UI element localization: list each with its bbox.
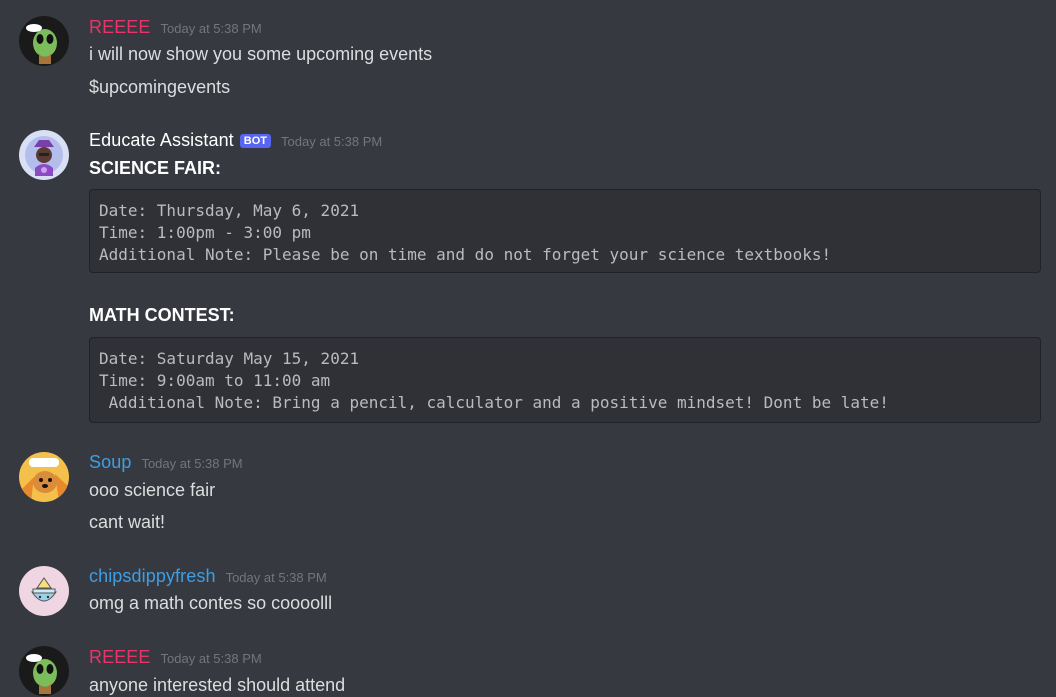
- timestamp: Today at 5:38 PM: [160, 21, 262, 36]
- alien-avatar[interactable]: [19, 646, 69, 696]
- username[interactable]: chipsdippyfresh: [89, 566, 216, 587]
- message-text: ooo science fair: [89, 480, 216, 500]
- alien-avatar[interactable]: [19, 16, 69, 66]
- bot-tag: BOT: [239, 134, 272, 148]
- timestamp: Today at 5:38 PM: [281, 134, 383, 149]
- code-block: Date: Saturday May 15, 2021 Time: 9:00am…: [89, 337, 1041, 423]
- chips-bowl-avatar[interactable]: [19, 566, 69, 616]
- message-text: i will now show you some upcoming events: [89, 44, 433, 64]
- timestamp: Today at 5:38 PM: [141, 456, 243, 471]
- username[interactable]: Educate Assistant: [89, 130, 234, 151]
- username[interactable]: REEEE: [89, 17, 151, 38]
- code-block: Date: Thursday, May 6, 2021 Time: 1:00pm…: [89, 189, 1041, 273]
- message-text: $upcomingevents: [89, 77, 231, 97]
- message-header: Soup Today at 5:38 PM: [89, 452, 243, 473]
- chat-messages: REEEE Today at 5:38 PM i will now show y…: [0, 0, 1056, 697]
- dog-avatar[interactable]: [19, 452, 69, 502]
- username[interactable]: REEEE: [89, 647, 151, 668]
- message-header: Educate Assistant BOT Today at 5:38 PM: [89, 130, 382, 151]
- section-heading: MATH CONTEST:: [89, 305, 235, 325]
- section-heading: SCIENCE FAIR:: [89, 158, 222, 178]
- message-header: REEEE Today at 5:38 PM: [89, 17, 262, 38]
- wizard-bot-avatar[interactable]: [19, 130, 69, 180]
- message-text: anyone interested should attend: [89, 675, 346, 695]
- message-header: chipsdippyfresh Today at 5:38 PM: [89, 566, 327, 587]
- message-header: REEEE Today at 5:38 PM: [89, 647, 262, 668]
- message-text: cant wait!: [89, 512, 166, 532]
- timestamp: Today at 5:38 PM: [225, 570, 327, 585]
- message-text: omg a math contes so coooolll: [89, 593, 333, 613]
- timestamp: Today at 5:38 PM: [160, 651, 262, 666]
- username[interactable]: Soup: [89, 452, 131, 473]
